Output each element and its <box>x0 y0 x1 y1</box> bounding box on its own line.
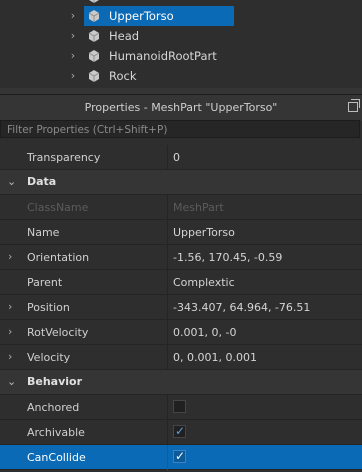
undock-icon[interactable] <box>348 99 360 112</box>
property-value[interactable]: UpperTorso <box>173 226 235 239</box>
column-divider <box>167 145 168 170</box>
column-divider <box>167 445 168 470</box>
category-behavior[interactable]: ⌄ Behavior <box>0 370 362 395</box>
chevron-down-icon[interactable]: ⌄ <box>7 376 17 388</box>
chevron-right-icon[interactable]: › <box>8 351 18 363</box>
column-divider <box>167 220 168 245</box>
property-row-name[interactable]: Name UpperTorso <box>0 220 362 245</box>
property-row-archivable[interactable]: Archivable ✓ <box>0 420 362 445</box>
meshpart-icon <box>86 48 102 64</box>
filter-properties-input[interactable]: Filter Properties (Ctrl+Shift+P) <box>0 120 360 138</box>
column-divider <box>167 345 168 370</box>
chevron-right-icon[interactable]: › <box>68 70 78 82</box>
archivable-checkbox[interactable]: ✓ <box>173 424 186 438</box>
checkmark-icon: ✓ <box>175 449 186 463</box>
property-name: Velocity <box>27 351 71 364</box>
property-row-transparency[interactable]: Transparency 0 <box>0 145 362 170</box>
property-name: CanCollide <box>27 451 86 464</box>
properties-title: Properties - MeshPart "UpperTorso" <box>84 101 278 114</box>
explorer-tree: › UpperTorso › Head › HumanoidRootPart › Rock <box>0 0 362 92</box>
property-name: RotVelocity <box>27 326 89 339</box>
property-name: Position <box>27 301 70 314</box>
meshpart-icon <box>86 0 102 5</box>
meshpart-icon <box>86 68 102 84</box>
tree-item-label: UpperTorso <box>109 9 174 23</box>
property-row-cancollide[interactable]: CanCollide ✓ <box>0 445 362 470</box>
property-value[interactable]: -1.56, 170.45, -0.59 <box>173 251 282 264</box>
chevron-down-icon[interactable]: ⌄ <box>7 176 17 188</box>
property-name: Orientation <box>27 251 90 264</box>
category-data[interactable]: ⌄ Data <box>0 170 362 195</box>
property-name: ClassName <box>27 201 89 214</box>
cancollide-checkbox[interactable]: ✓ <box>173 449 186 463</box>
tree-item[interactable]: › UpperTorso <box>0 6 362 26</box>
checkmark-icon: ✓ <box>175 424 186 438</box>
property-row-velocity[interactable]: › Velocity 0, 0.001, 0.001 <box>0 345 362 370</box>
property-row-position[interactable]: › Position -343.407, 64.964, -76.51 <box>0 295 362 320</box>
property-value: MeshPart <box>173 201 224 214</box>
category-label: Behavior <box>27 375 83 388</box>
property-value[interactable]: Complextic <box>173 276 235 289</box>
tree-item-label: Head <box>109 29 140 43</box>
properties-title-bar: Properties - MeshPart "UpperTorso" <box>0 94 362 121</box>
property-value[interactable]: 0.001, 0, -0 <box>173 326 236 339</box>
meshpart-icon <box>86 28 102 44</box>
chevron-right-icon[interactable]: › <box>68 30 78 42</box>
property-value[interactable]: -343.407, 64.964, -76.51 <box>173 301 310 314</box>
column-divider <box>167 420 168 445</box>
property-row-anchored[interactable]: Anchored <box>0 395 362 420</box>
column-divider <box>167 295 168 320</box>
property-name: Archivable <box>27 426 85 439</box>
category-label: Data <box>27 175 57 188</box>
column-divider <box>167 320 168 345</box>
property-name: Anchored <box>27 401 80 414</box>
anchored-checkbox[interactable] <box>173 400 186 413</box>
property-value[interactable]: 0, 0.001, 0.001 <box>173 351 257 364</box>
tree-item[interactable]: › Head <box>0 26 362 46</box>
tree-item[interactable]: › Rock <box>0 66 362 86</box>
property-name: Transparency <box>27 151 101 164</box>
chevron-right-icon[interactable]: › <box>8 301 18 313</box>
chevron-right-icon[interactable]: › <box>68 10 78 22</box>
property-row-parent[interactable]: Parent Complextic <box>0 270 362 295</box>
property-name: Name <box>27 226 60 239</box>
property-grid: Transparency 0 ⌄ Data ClassName MeshPart Name U… <box>0 145 362 470</box>
column-divider <box>167 195 168 220</box>
property-row-rotvelocity[interactable]: › RotVelocity 0.001, 0, -0 <box>0 320 362 345</box>
column-divider <box>167 245 168 270</box>
property-row-orientation[interactable]: › Orientation -1.56, 170.45, -0.59 <box>0 245 362 270</box>
tree-item[interactable]: › HumanoidRootPart <box>0 46 362 66</box>
chevron-right-icon[interactable]: › <box>8 326 18 338</box>
tree-item-label: HumanoidRootPart <box>109 49 217 63</box>
property-name: Parent <box>27 276 63 289</box>
column-divider <box>167 270 168 295</box>
tree-item-label: Rock <box>109 69 137 83</box>
chevron-right-icon[interactable]: › <box>8 251 18 263</box>
property-value[interactable]: 0 <box>173 151 180 164</box>
chevron-right-icon[interactable]: › <box>68 50 78 62</box>
property-row-classname[interactable]: ClassName MeshPart <box>0 195 362 220</box>
meshpart-icon <box>86 8 102 24</box>
column-divider <box>167 395 168 420</box>
